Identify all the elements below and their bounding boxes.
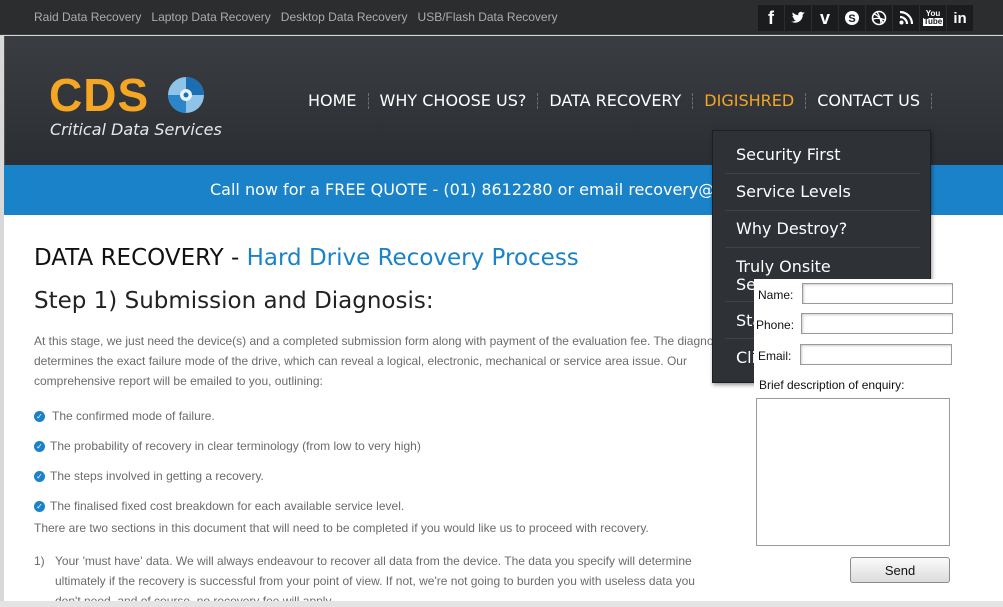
page-title-prefix: DATA RECOVERY - <box>34 245 247 271</box>
quote-banner-text[interactable]: Call now for a FREE QUOTE - (01) 8612280… <box>210 180 734 199</box>
nav-why-choose-us[interactable]: WHY CHOOSE US? <box>372 91 535 110</box>
list-item: ✓ The steps involved in getting a recove… <box>34 461 421 491</box>
email-label: Email: <box>758 349 792 363</box>
dropdown-item-why-destroy[interactable]: Why Destroy? <box>725 211 920 248</box>
top-utility-bar: Raid Data Recovery Laptop Data Recovery … <box>0 0 1003 35</box>
numbered-item-text: Your 'must have' data. We will always en… <box>55 551 695 601</box>
nav-separator <box>537 92 539 109</box>
nav-data-recovery[interactable]: DATA RECOVERY <box>541 91 689 110</box>
nav-separator <box>692 92 694 109</box>
list-item: ✓ The probability of recovery in clear t… <box>34 431 421 461</box>
main-nav: HOME WHY CHOOSE US? DATA RECOVERY DIGISH… <box>300 91 935 110</box>
description-label: Brief description of enquiry: <box>759 378 905 392</box>
numbered-list-item: 1) Your 'must have' data. We will always… <box>34 551 714 601</box>
check-circle-icon: ✓ <box>34 440 45 452</box>
youtube-icon[interactable]: You Tube <box>920 5 946 31</box>
nav-home[interactable]: HOME <box>300 91 365 110</box>
dropdown-item-label: Why Destroy? <box>736 219 848 238</box>
numbered-line: Your 'must have' data. We will always en… <box>55 554 692 568</box>
facebook-icon[interactable]: f <box>758 5 784 31</box>
name-input[interactable] <box>802 283 953 304</box>
send-button[interactable]: Send <box>850 557 950 583</box>
intro-line: comprehensive report will be emailed to … <box>34 374 323 388</box>
list-item-text: The finalised fixed cost breakdown for e… <box>50 499 405 513</box>
dropdown-item-label: Security First <box>736 145 841 164</box>
top-link-usb[interactable]: USB/Flash Data Recovery <box>418 10 558 24</box>
list-item: ✓ The finalised fixed cost breakdown for… <box>34 491 421 521</box>
svg-text:S: S <box>848 13 855 25</box>
check-circle-icon: ✓ <box>34 500 45 512</box>
dropdown-item-label: Service Levels <box>736 182 851 201</box>
list-number: 1) <box>34 554 45 568</box>
dropdown-item-label: Truly Onsite <box>736 257 831 276</box>
check-circle-icon: ✓ <box>34 470 45 482</box>
nav-separator <box>367 92 369 109</box>
rss-icon[interactable] <box>893 5 919 31</box>
numbered-line: don't need, and of course, no recovery f… <box>55 594 334 601</box>
vimeo-icon[interactable]: v <box>812 5 838 31</box>
social-icons: f v S You Tube in <box>758 5 973 31</box>
intro-paragraph: At this stage, we just need the device(s… <box>34 331 714 391</box>
phone-input[interactable] <box>801 313 953 334</box>
list-item-text: The steps involved in getting a recovery… <box>50 469 264 483</box>
dribbble-icon[interactable] <box>866 5 892 31</box>
bottom-scroll-edge <box>0 601 1003 607</box>
dropdown-item-service-levels[interactable]: Service Levels <box>725 174 920 211</box>
page-title-highlight: Hard Drive Recovery Process <box>246 245 579 271</box>
name-label: Name: <box>758 288 794 302</box>
top-link-desktop[interactable]: Desktop Data Recovery <box>281 10 408 24</box>
nav-separator <box>931 92 933 109</box>
twitter-icon[interactable] <box>785 5 811 31</box>
logo-subtitle: Critical Data Services <box>50 120 222 139</box>
intro-line: At this stage, we just need the device(s… <box>34 334 714 348</box>
step-heading: Step 1) Submission and Diagnosis: <box>34 288 434 314</box>
top-links: Raid Data Recovery Laptop Data Recovery … <box>34 10 558 24</box>
check-circle-icon: ✓ <box>34 410 45 422</box>
intro-line: determines the exact failure mode of the… <box>34 354 687 368</box>
numbered-line: ultimately if the recovery is successful… <box>55 574 695 588</box>
top-link-laptop[interactable]: Laptop Data Recovery <box>151 10 270 24</box>
report-bullet-list: ✓ The confirmed mode of failure. ✓ The p… <box>34 401 421 521</box>
skype-icon[interactable]: S <box>839 5 865 31</box>
list-item: ✓ The confirmed mode of failure. <box>34 401 421 431</box>
linkedin-icon[interactable]: in <box>947 5 973 31</box>
enquiry-form: Name: Phone: Email: Brief description of… <box>754 279 1003 601</box>
dropdown-item-label: Se <box>736 275 756 294</box>
nav-digishred[interactable]: DIGISHRED <box>696 91 802 110</box>
nav-separator <box>805 92 807 109</box>
description-textarea[interactable] <box>756 398 950 546</box>
email-input[interactable] <box>800 344 952 365</box>
page-title: DATA RECOVERY - Hard Drive Recovery Proc… <box>34 245 579 271</box>
disk-logo-icon <box>165 74 207 120</box>
phone-label: Phone: <box>756 318 795 332</box>
list-item-text: The confirmed mode of failure. <box>52 409 215 423</box>
logo-text[interactable]: CDS <box>49 72 149 118</box>
top-link-raid[interactable]: Raid Data Recovery <box>34 10 141 24</box>
nav-contact-us[interactable]: CONTACT US <box>809 91 928 110</box>
dropdown-item-security-first[interactable]: Security First <box>725 137 920 174</box>
list-item-text: The probability of recovery in clear ter… <box>50 439 421 453</box>
sections-paragraph: There are two sections in this document … <box>34 521 649 535</box>
